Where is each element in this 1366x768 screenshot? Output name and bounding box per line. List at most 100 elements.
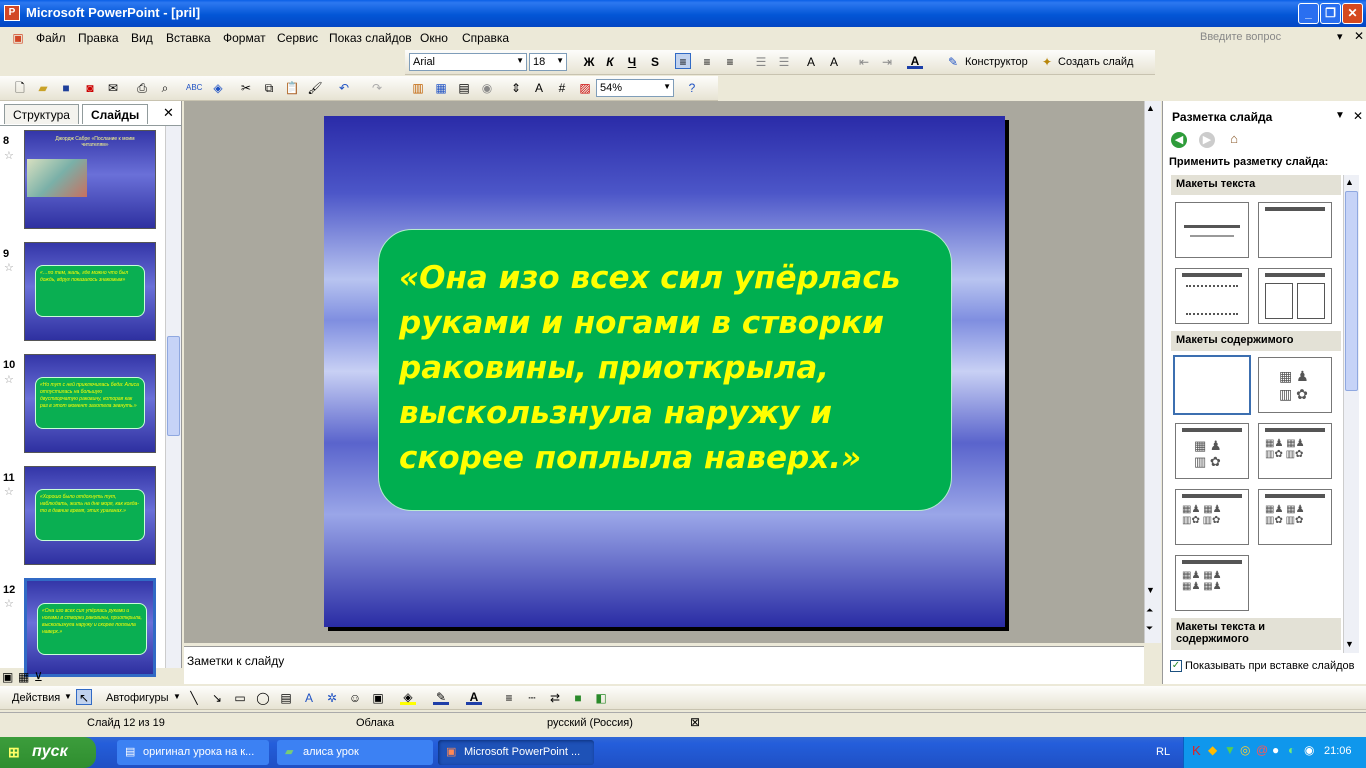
font-combo[interactable]: Arial ▼ (409, 53, 527, 71)
print-preview-icon[interactable]: ⌕ (157, 80, 173, 96)
designer-icon[interactable]: ✎ (945, 54, 961, 70)
layout-blank[interactable] (1173, 355, 1251, 415)
select-pointer-icon[interactable]: ↖ (76, 689, 92, 705)
align-left-icon[interactable]: ≡ (675, 53, 691, 69)
task-alice-lesson[interactable]: ▰ алиса урок (277, 740, 433, 765)
menu-help[interactable]: Справка (462, 31, 509, 45)
menu-file[interactable]: Файл (36, 31, 66, 45)
task-pane-menu-icon[interactable]: ▼ (1335, 110, 1345, 121)
layout-title-four-grid[interactable]: ▦♟ ▦♟ ▦♟ ▦♟ (1175, 555, 1249, 611)
notes-pane[interactable]: Заметки к слайду (184, 646, 1144, 684)
slide-sorter-icon[interactable]: ▦ (18, 670, 29, 684)
task-powerpoint[interactable]: ▣ Microsoft PowerPoint ... (438, 740, 594, 765)
scroll-down-icon[interactable]: ▼ (1345, 639, 1354, 649)
insert-chart-icon[interactable]: ▥ (410, 80, 426, 96)
tray-icon[interactable]: @ (1256, 743, 1268, 757)
color-grayscale-icon[interactable]: ▨ (577, 80, 593, 96)
slide-thumbnail-12[interactable]: «Она изо всех сил упёрлась руками и нога… (24, 578, 156, 677)
slide-thumbnail-9[interactable]: «…по тем, жаль, где можно что был дождь,… (24, 242, 156, 341)
layout-title-four-content[interactable]: ▦♟ ▦♟ ▥✿ ▥✿ (1258, 489, 1332, 545)
help-dropdown-icon[interactable]: ▾ (1337, 30, 1343, 43)
line-color-icon[interactable]: ✎ (433, 689, 449, 705)
layout-title-content-over[interactable]: ▦♟ ▦♟ ▥✿ ▥✿ (1175, 489, 1249, 545)
tray-icon[interactable]: ▼ (1224, 743, 1236, 757)
fill-color-icon[interactable]: ◈ (400, 689, 416, 705)
actions-menu[interactable]: Действия (12, 692, 60, 704)
numbering-icon[interactable]: ☰ (753, 54, 769, 70)
tray-icon[interactable]: ◉ (1304, 743, 1314, 757)
start-button[interactable]: ⊞ пуск (0, 737, 96, 768)
new-slide-icon[interactable]: ✦ (1039, 54, 1055, 70)
next-slide-icon[interactable]: ⏷ (1146, 623, 1153, 634)
expand-icon[interactable]: ⇕ (508, 80, 524, 96)
tray-icon[interactable]: ◆ (1208, 743, 1217, 757)
picture-icon[interactable]: ▣ (370, 690, 386, 706)
menu-edit[interactable]: Правка (78, 31, 119, 45)
save-icon[interactable]: ■ (58, 80, 74, 96)
slide-thumbnail-8[interactable]: Джордж Сабре «Послание к моим читателям» (24, 130, 156, 229)
menu-view[interactable]: Вид (131, 31, 153, 45)
scroll-thumb[interactable] (1345, 191, 1358, 391)
slide-thumbnail-11[interactable]: «Хорошо было отдохнуть тут, наблюдать, ж… (24, 466, 156, 565)
shadow-style-icon[interactable]: ■ (570, 690, 586, 706)
slide-vertical-scrollbar[interactable]: ▲ ▼ ⏶ ⏷ (1144, 101, 1161, 643)
close-button[interactable]: ✕ (1342, 3, 1363, 24)
maximize-button[interactable]: ❐ (1320, 3, 1341, 24)
align-center-icon[interactable]: ≡ (699, 54, 715, 70)
clipart-icon[interactable]: ☺ (347, 690, 363, 706)
format-painter-icon[interactable]: 🖌 (307, 80, 323, 96)
layout-title-two-content[interactable]: ▦♟ ▦♟ ▥✿ ▥✿ (1258, 423, 1332, 479)
normal-view-icon[interactable]: ▣ (2, 670, 13, 684)
close-doc-icon[interactable]: ✕ (1354, 29, 1364, 43)
spelling-icon[interactable]: ABC (186, 80, 202, 96)
forward-icon[interactable]: ▶ (1199, 132, 1215, 148)
research-icon[interactable]: ◈ (210, 80, 226, 96)
powerpoint-app-icon[interactable]: P (4, 5, 20, 21)
notes-placeholder[interactable]: Заметки к слайду (187, 654, 284, 668)
shadow-button[interactable]: S (647, 54, 663, 70)
font-color-icon[interactable]: A (907, 53, 923, 69)
slide-thumbnail-10[interactable]: «Но тут с ней приключилась беда: Алиса о… (24, 354, 156, 453)
print-icon[interactable]: ⎙ (134, 80, 150, 96)
align-right-icon[interactable]: ≡ (722, 54, 738, 70)
home-icon[interactable]: ⌂ (1225, 131, 1243, 149)
layout-title-text[interactable] (1175, 268, 1249, 324)
new-slide-button[interactable]: Создать слайд (1058, 56, 1133, 68)
permission-icon[interactable]: ◙ (82, 80, 98, 96)
insert-table-icon[interactable]: ▦ (433, 80, 449, 96)
menu-format[interactable]: Формат (223, 31, 266, 45)
cut-icon[interactable]: ✂ (238, 80, 254, 96)
decrease-indent-icon[interactable]: ⇤ (856, 54, 872, 70)
menu-insert[interactable]: Вставка (166, 31, 211, 45)
tray-icon[interactable]: ● (1272, 743, 1279, 757)
quote-textbox[interactable]: «Она изо всех сил упёрлась руками и нога… (378, 229, 952, 511)
increase-font-icon[interactable]: A (803, 54, 819, 70)
scroll-up-icon[interactable]: ▲ (1345, 177, 1354, 187)
diagram-icon[interactable]: ✲ (324, 690, 340, 706)
arrow-style-icon[interactable]: ⇄ (547, 690, 563, 706)
insert-picture-icon[interactable]: ◉ (479, 80, 495, 96)
underline-button[interactable]: Ч (624, 54, 640, 70)
autoshapes-menu[interactable]: Автофигуры (106, 692, 169, 704)
tray-icon[interactable]: ◎ (1240, 743, 1250, 757)
layout-title-slide[interactable] (1175, 202, 1249, 258)
grid-icon[interactable]: # (554, 80, 570, 96)
designer-button[interactable]: Конструктор (965, 56, 1028, 68)
paste-icon[interactable]: 📋 (284, 80, 300, 96)
rectangle-icon[interactable]: ▭ (232, 690, 248, 706)
menu-tools[interactable]: Сервис (277, 31, 318, 45)
wordart-icon[interactable]: A (301, 690, 317, 706)
layout-content[interactable]: ▦ ♟ ▥ ✿ (1258, 357, 1332, 413)
scroll-thumb[interactable] (167, 336, 180, 436)
tables-borders-icon[interactable]: ▤ (456, 80, 472, 96)
tray-icon[interactable]: ◐ (1288, 743, 1295, 757)
bold-button[interactable]: Ж (581, 54, 597, 70)
decrease-font-icon[interactable]: A (826, 54, 842, 70)
slides-scrollbar[interactable] (165, 126, 181, 668)
show-formatting-icon[interactable]: A (531, 80, 547, 96)
back-icon[interactable]: ◀ (1171, 132, 1187, 148)
redo-icon[interactable]: ↷ (369, 80, 385, 96)
close-pane-icon[interactable]: ✕ (163, 105, 174, 121)
scroll-down-icon[interactable]: ▼ (1146, 585, 1155, 595)
layout-title-only[interactable] (1258, 202, 1332, 258)
